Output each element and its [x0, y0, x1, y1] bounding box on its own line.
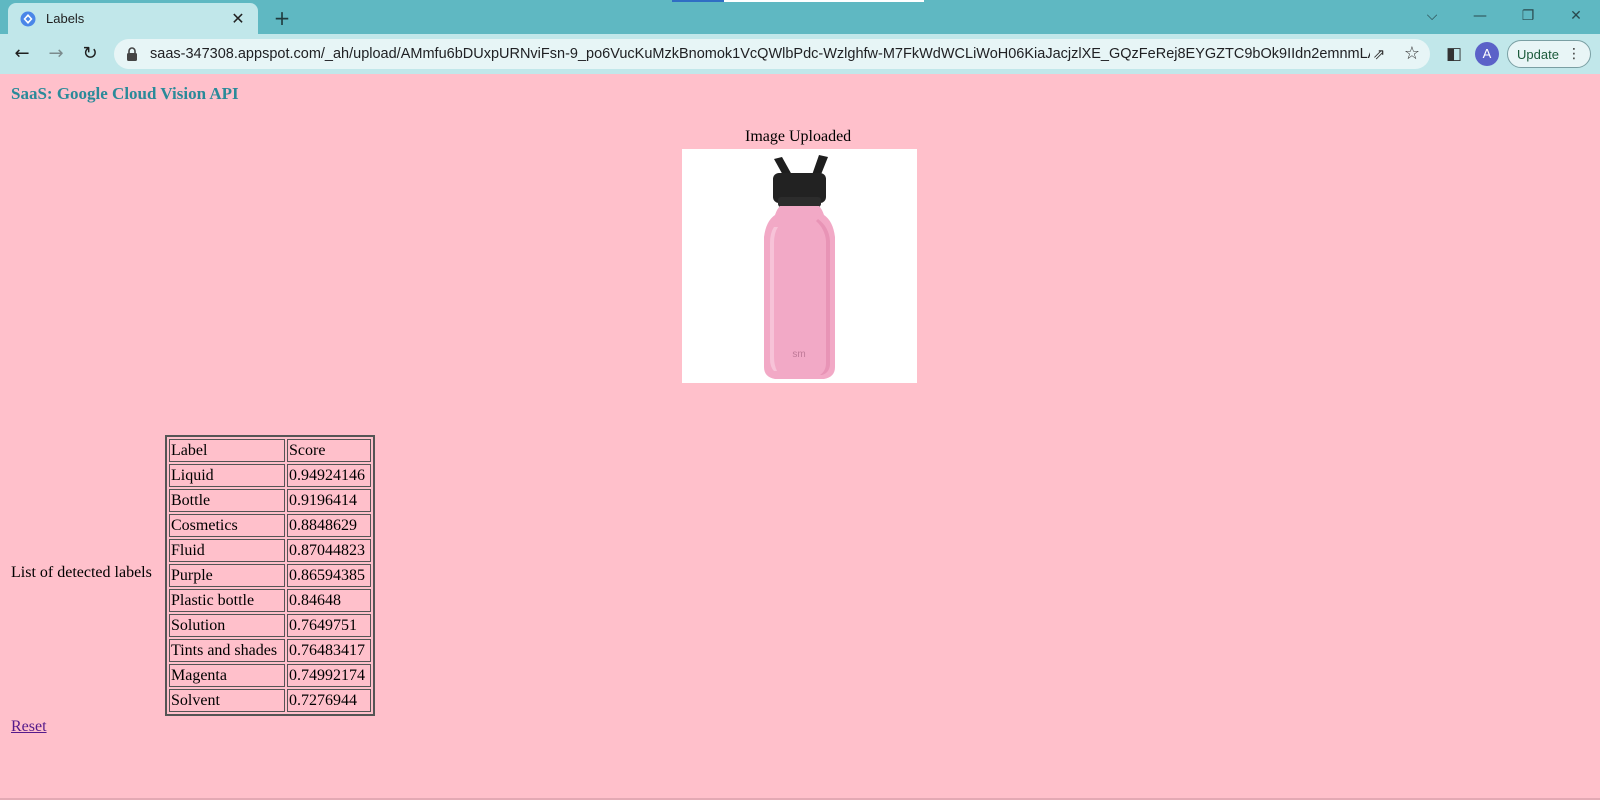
label-cell: Purple [169, 564, 285, 587]
score-cell: 0.74992174 [287, 664, 371, 687]
score-cell: 0.7649751 [287, 614, 371, 637]
labels-table: Label Score Liquid 0.94924146 Bottle 0.9196… [165, 435, 375, 716]
bottle-brand-text: sm [792, 349, 805, 360]
score-cell: 0.8848629 [287, 514, 371, 537]
label-cell: Magenta [169, 664, 285, 687]
label-cell: Tints and shades [169, 639, 285, 662]
label-cell: Fluid [169, 539, 285, 562]
table-row: Solution 0.7649751 [169, 614, 371, 637]
label-cell: Solution [169, 614, 285, 637]
browser-chrome: Labels ✕ + ⌵ — ❐ ✕ ← → ↻ saas-347308.app… [0, 0, 1600, 74]
image-caption: Image Uploaded [745, 128, 852, 145]
new-tab-icon[interactable]: + [270, 6, 294, 30]
label-cell: Solvent [169, 689, 285, 712]
side-panel-icon[interactable]: ◧ [1443, 43, 1465, 65]
score-cell: 0.84648 [287, 589, 371, 612]
table-row: Cosmetics 0.8848629 [169, 514, 371, 537]
top-indicator [672, 0, 924, 2]
score-cell: 0.76483417 [287, 639, 371, 662]
reset-link[interactable]: Reset [11, 718, 47, 736]
table-row: Bottle 0.9196414 [169, 489, 371, 512]
share-icon[interactable]: ⇗ [1368, 43, 1390, 65]
page-title: SaaS: Google Cloud Vision API [11, 84, 239, 103]
update-label: Update [1517, 46, 1559, 62]
score-cell: 0.87044823 [287, 539, 371, 562]
label-cell: Liquid [169, 464, 285, 487]
pink-bottle-image: sm [682, 149, 917, 383]
label-cell: Cosmetics [169, 514, 285, 537]
browser-toolbar: ← → ↻ saas-347308.appspot.com/_ah/upload… [0, 34, 1600, 74]
profile-avatar[interactable]: A [1475, 42, 1499, 66]
table-row: Tints and shades 0.76483417 [169, 639, 371, 662]
minimize-icon[interactable]: — [1468, 4, 1492, 28]
score-cell: 0.9196414 [287, 489, 371, 512]
table-row: Magenta 0.74992174 [169, 664, 371, 687]
table-row: Liquid 0.94924146 [169, 464, 371, 487]
reload-icon[interactable]: ↻ [76, 40, 104, 68]
update-button[interactable]: Update ⋮ [1507, 40, 1591, 68]
bookmark-star-icon[interactable]: ☆ [1401, 43, 1423, 65]
address-bar[interactable]: saas-347308.appspot.com/_ah/upload/AMmfu… [114, 39, 1430, 69]
tab-strip: Labels ✕ + ⌵ — ❐ ✕ [0, 0, 1600, 34]
uploaded-image: sm [682, 149, 917, 383]
score-cell: 0.7276944 [287, 689, 371, 712]
menu-dots-icon[interactable]: ⋮ [1567, 46, 1581, 62]
table-row: Solvent 0.7276944 [169, 689, 371, 712]
table-row: Plastic bottle 0.84648 [169, 589, 371, 612]
tab-title: Labels [46, 11, 85, 26]
forward-arrow-icon[interactable]: → [42, 40, 70, 68]
header-score: Score [287, 439, 371, 462]
table-header-row: Label Score [169, 439, 371, 462]
label-cell: Plastic bottle [169, 589, 285, 612]
header-label: Label [169, 439, 285, 462]
url-text[interactable]: saas-347308.appspot.com/_ah/upload/AMmfu… [150, 46, 1370, 62]
lock-icon[interactable] [126, 47, 140, 61]
label-cell: Bottle [169, 489, 285, 512]
tab-labels[interactable]: Labels ✕ [8, 3, 258, 34]
back-arrow-icon[interactable]: ← [8, 40, 36, 68]
cloud-vision-favicon-icon [20, 11, 36, 27]
labels-caption: List of detected labels [11, 564, 152, 581]
window-close-icon[interactable]: ✕ [1564, 4, 1588, 28]
score-cell: 0.86594385 [287, 564, 371, 587]
score-cell: 0.94924146 [287, 464, 371, 487]
restore-icon[interactable]: ❐ [1516, 4, 1540, 28]
table-row: Fluid 0.87044823 [169, 539, 371, 562]
tab-search-chevron-down-icon[interactable]: ⌵ [1420, 4, 1444, 28]
table-row: Purple 0.86594385 [169, 564, 371, 587]
close-tab-icon[interactable]: ✕ [228, 9, 248, 29]
